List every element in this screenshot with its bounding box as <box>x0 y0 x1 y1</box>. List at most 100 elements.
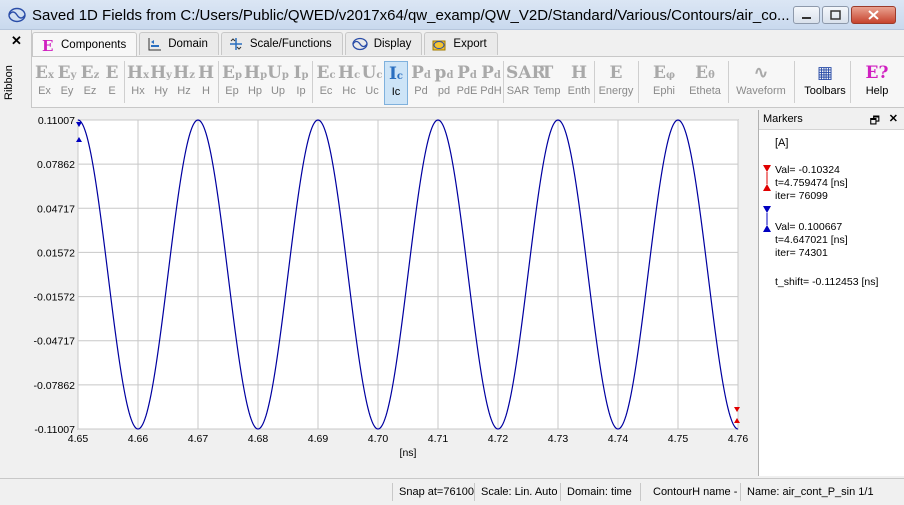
float-panel-button[interactable]: 🗗 <box>870 112 880 131</box>
sar-icon: SAR <box>506 63 546 83</box>
button-caption: Uc <box>365 85 379 97</box>
button-caption: Help <box>865 85 889 97</box>
tab-label: Display <box>373 38 412 50</box>
ribbon-close-button[interactable]: ✕ <box>11 33 22 49</box>
component-button-enth[interactable]: H Enth <box>564 61 594 105</box>
ec-icon: Ec <box>316 63 336 83</box>
x-tick-label: 4.70 <box>368 433 389 445</box>
component-button-energy[interactable]: E Energy <box>597 61 635 105</box>
minimize-icon <box>802 17 811 19</box>
tab-label: Components <box>61 38 127 51</box>
temp-icon: T <box>540 63 554 83</box>
button-caption: E <box>108 85 116 97</box>
y-tick-label: -0.07862 <box>34 380 76 392</box>
marker-2: Val= 0.100667 t=4.647021 [ns] iter= 7430… <box>775 221 848 260</box>
component-button-ey[interactable]: Ey Ey <box>56 61 78 105</box>
ribbon-tabs: E Components Domain Scale/Functions Disp… <box>32 32 500 56</box>
x-tick-label: 4.69 <box>308 433 329 445</box>
pd-icon: Pd <box>411 63 431 83</box>
x-axis-label: [ns] <box>400 447 417 459</box>
tab-label: Export <box>453 38 487 50</box>
tab-export[interactable]: Export <box>424 32 498 55</box>
button-caption: Ex <box>38 85 51 97</box>
x-tick-label: 4.67 <box>188 433 209 445</box>
button-caption: Etheta <box>689 85 721 97</box>
component-button-ic[interactable]: Ic Ic <box>384 61 408 105</box>
ribbon-label: Ribbon <box>3 65 15 100</box>
minimize-button[interactable] <box>793 6 820 24</box>
component-button-ip[interactable]: Ip Ip <box>290 61 312 105</box>
red-marker-icon <box>763 165 771 191</box>
e-icon: E <box>105 63 119 83</box>
tab-scale-functions[interactable]: Scale/Functions <box>220 32 343 55</box>
up-icon: Up <box>267 63 289 83</box>
button-caption: Up <box>270 85 286 97</box>
pde-icon: Pd <box>457 63 477 83</box>
pdh-icon: Pd <box>481 63 501 83</box>
y-tick-label: 0.11007 <box>38 115 75 127</box>
x-tick-label: 4.73 <box>548 433 569 445</box>
x-tick-label: 4.68 <box>248 433 269 445</box>
tab-display[interactable]: Display <box>344 32 423 55</box>
component-button-pdh[interactable]: Pd PdH <box>479 61 503 105</box>
component-button-hy[interactable]: Hy Hy <box>150 61 172 105</box>
component-button-pde[interactable]: Pd PdE <box>456 61 478 105</box>
marker-1: Val= -0.10324 t=4.759474 [ns] iter= 7609… <box>775 164 848 203</box>
component-button-pd[interactable]: pd pd <box>433 61 455 105</box>
x-tick-label: 4.74 <box>608 433 629 445</box>
component-button-temp[interactable]: T Temp <box>532 61 562 105</box>
wave-icon <box>8 7 26 23</box>
component-button-h[interactable]: HH <box>196 61 216 105</box>
toolbars-icon: ▦ <box>816 63 834 83</box>
display-icon <box>352 36 368 52</box>
component-button-ec[interactable]: Ec Ec <box>315 61 337 105</box>
marker-2-time: t=4.647021 [ns] <box>775 234 848 246</box>
component-button-help[interactable]: E? Help <box>855 61 899 105</box>
component-button-pd[interactable]: Pd Pd <box>410 61 432 105</box>
button-caption: Ip <box>296 85 306 97</box>
tab-components[interactable]: E Components <box>32 32 138 56</box>
component-button-sar[interactable]: SAR SAR <box>506 61 546 105</box>
energy-icon: E <box>609 63 623 83</box>
close-panel-button[interactable]: ✕ <box>889 112 898 125</box>
etheta-icon: Eθ <box>695 63 715 83</box>
component-button-waveform[interactable]: ∿ Waveform <box>730 61 792 105</box>
t-shift-readout: t_shift= -0.112453 [ns] <box>775 276 879 288</box>
component-button-uc[interactable]: Uc Uc <box>361 61 383 105</box>
blue-marker-icon <box>763 206 771 232</box>
component-button-ez[interactable]: Ez Ez <box>79 61 101 105</box>
domain-icon <box>146 36 162 52</box>
svg-text:E: E <box>42 37 53 53</box>
ic-icon: Ic <box>388 64 404 84</box>
maximize-button[interactable] <box>822 6 849 24</box>
pd-icon: pd <box>434 63 454 83</box>
component-button-hc[interactable]: Hc Hc <box>338 61 360 105</box>
button-caption: Toolbars <box>804 85 846 97</box>
tab-label: Scale/Functions <box>249 38 332 50</box>
y-tick-label: 0.04717 <box>37 203 75 215</box>
component-button-up[interactable]: Up Up <box>267 61 289 105</box>
component-button-toolbars[interactable]: ▦ Toolbars <box>802 61 848 105</box>
button-caption: Pd <box>414 85 428 97</box>
button-caption: Waveform <box>736 85 786 97</box>
component-button-hz[interactable]: Hz Hz <box>173 61 195 105</box>
tab-domain[interactable]: Domain <box>139 32 219 55</box>
component-button-ex[interactable]: Ex Ex <box>33 61 56 105</box>
component-button-ep[interactable]: Ep Ep <box>221 61 243 105</box>
waveform-chart[interactable]: 4.65 4.66 4.67 4.68 4.69 4.70 4.71 4.72 4.73 4.74… <box>0 109 758 476</box>
marker-1-time: t=4.759474 [ns] <box>775 177 848 189</box>
button-caption: Ec <box>319 85 333 97</box>
component-button-etheta[interactable]: Eθ Etheta <box>682 61 728 105</box>
export-icon <box>431 36 447 52</box>
component-button-hp[interactable]: Hp Hp <box>244 61 267 105</box>
close-button[interactable] <box>851 6 896 24</box>
marker-2-iter: iter= 74301 <box>775 247 828 259</box>
component-button-ephi[interactable]: Eφ Ephi <box>647 61 681 105</box>
status-scale: Scale: Lin. Auto <box>474 483 560 501</box>
markers-header: Markers 🗗 ✕ <box>759 110 904 130</box>
component-button-hx[interactable]: Hx Hx <box>127 61 149 105</box>
E-icon: E <box>39 37 55 55</box>
button-caption: Temp <box>533 85 561 97</box>
component-button-e[interactable]: EE <box>102 61 122 105</box>
scale-icon <box>228 36 244 52</box>
